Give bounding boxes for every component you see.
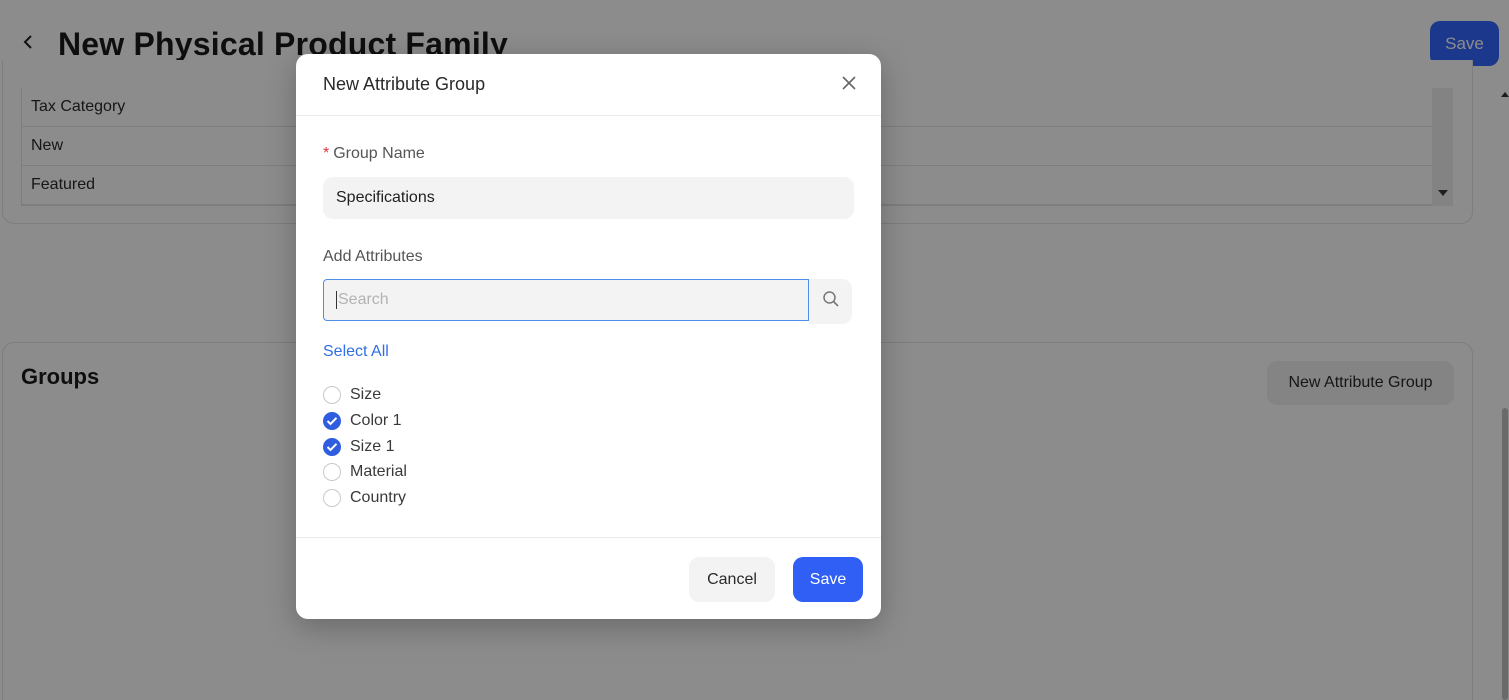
- attribute-checkbox-color-1[interactable]: Color 1: [323, 410, 402, 432]
- check-icon: [326, 443, 338, 452]
- dialog-footer: Cancel Save: [296, 537, 881, 619]
- search-input[interactable]: Search: [323, 279, 809, 321]
- checkbox[interactable]: [323, 489, 341, 507]
- search-placeholder: Search: [338, 291, 389, 308]
- checkbox-label: Color 1: [350, 412, 402, 429]
- checkbox[interactable]: [323, 463, 341, 481]
- close-icon: [841, 75, 857, 96]
- attribute-checkbox-material[interactable]: Material: [323, 461, 407, 483]
- add-attributes-label: Add Attributes: [323, 248, 423, 265]
- checkbox-label: Size: [350, 386, 382, 403]
- group-name-label: * Group Name: [323, 145, 425, 163]
- attribute-checkbox-size[interactable]: Size: [323, 384, 381, 406]
- attribute-checkbox-country[interactable]: Country: [323, 487, 406, 509]
- group-name-label-text: Group Name: [333, 145, 425, 162]
- attribute-search: Search: [323, 279, 852, 324]
- required-star: *: [323, 145, 330, 162]
- check-icon: [326, 417, 338, 426]
- dialog-title: New Attribute Group: [323, 74, 486, 94]
- new-attribute-group-dialog: New Attribute Group * Group Name Specific…: [296, 54, 881, 619]
- search-button[interactable]: [809, 279, 852, 324]
- dialog-header: New Attribute Group: [296, 54, 881, 116]
- attribute-checkbox-size-1[interactable]: Size 1: [323, 436, 394, 458]
- close-button[interactable]: [838, 74, 860, 96]
- save-button[interactable]: Save: [793, 557, 863, 602]
- cancel-button[interactable]: Cancel: [689, 557, 775, 602]
- select-all-link[interactable]: Select All: [323, 343, 389, 361]
- checkbox[interactable]: [323, 386, 341, 404]
- checkbox[interactable]: [323, 438, 341, 456]
- checkbox-label: Size 1: [350, 438, 395, 455]
- text-caret: [336, 291, 337, 309]
- checkbox[interactable]: [323, 412, 341, 430]
- search-icon: [822, 290, 840, 313]
- checkbox-label: Country: [350, 489, 407, 506]
- checkbox-label: Material: [350, 463, 407, 480]
- group-name-input[interactable]: Specifications: [323, 177, 854, 219]
